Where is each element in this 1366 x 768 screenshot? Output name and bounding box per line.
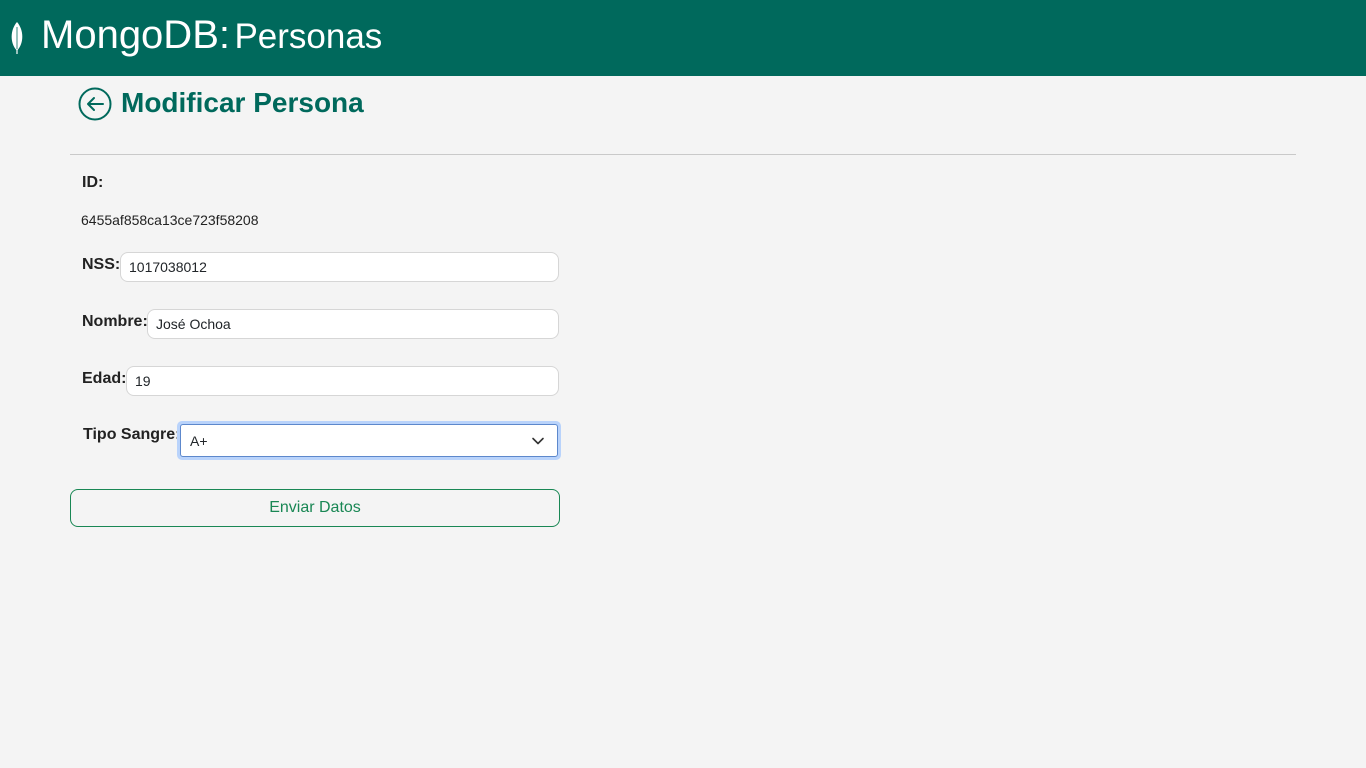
- top-navbar: MongoDB: Personas: [0, 0, 1366, 76]
- back-arrow-icon[interactable]: [78, 87, 112, 121]
- tipo-sangre-label: Tipo Sangre:: [83, 426, 181, 443]
- tipo-sangre-selected-value: A+: [190, 433, 208, 449]
- tipo-sangre-select-box[interactable]: A+: [180, 424, 558, 457]
- edad-label: Edad:: [82, 370, 127, 387]
- id-label: ID:: [82, 174, 104, 191]
- nss-label: NSS:: [82, 256, 121, 273]
- brand-main: MongoDB:: [41, 13, 230, 57]
- nss-input[interactable]: [120, 252, 559, 282]
- brand-subtitle: Personas: [234, 17, 383, 56]
- tipo-sangre-select[interactable]: A+: [177, 421, 561, 460]
- nombre-label: Nombre:: [82, 313, 148, 330]
- chevron-down-icon: [532, 437, 544, 445]
- nombre-input[interactable]: [147, 309, 559, 339]
- leaf-icon: [11, 22, 23, 54]
- app-brand[interactable]: MongoDB: Personas: [41, 10, 382, 69]
- edad-input[interactable]: [126, 366, 559, 396]
- page-title: Modificar Persona: [121, 87, 364, 118]
- divider: [70, 154, 1296, 155]
- id-value: 6455af858ca13ce723f58208: [81, 212, 259, 228]
- submit-button[interactable]: Enviar Datos: [70, 489, 560, 527]
